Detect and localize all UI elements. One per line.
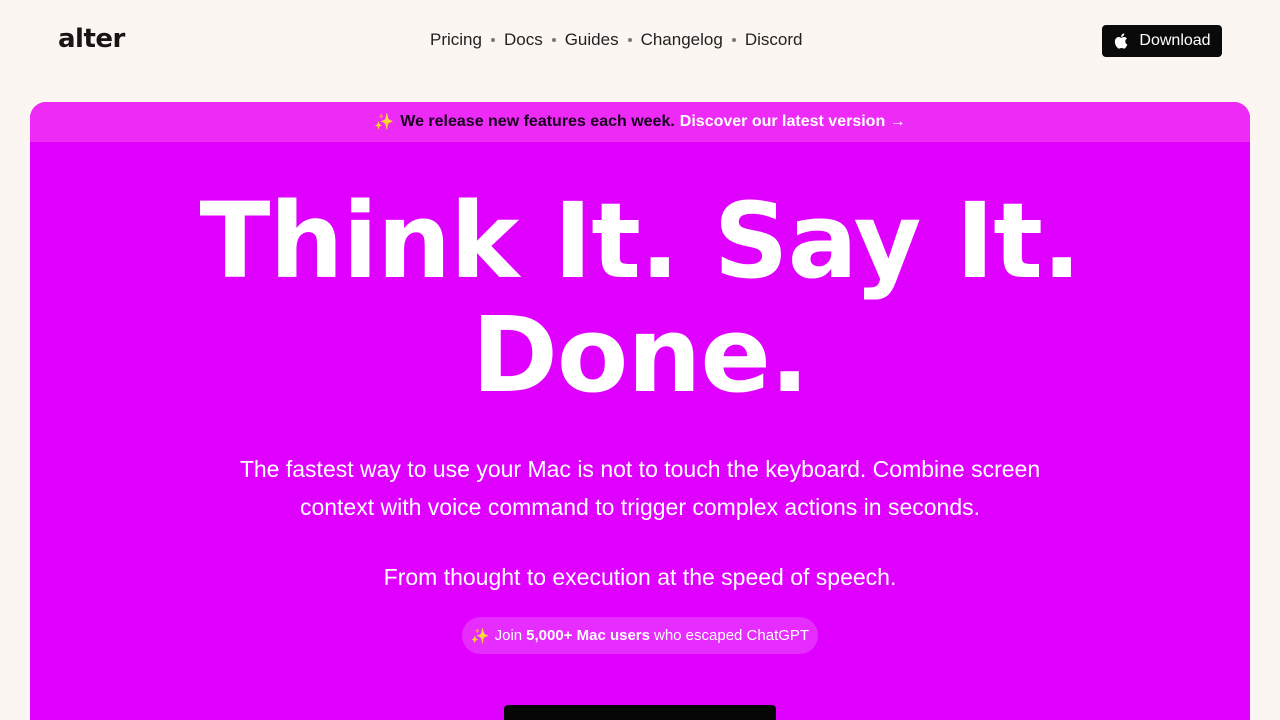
nav-guides[interactable]: Guides [565, 30, 619, 50]
apple-icon [1115, 33, 1128, 49]
nav-separator-dot [551, 38, 556, 42]
announcement-banner: ✨ We release new features each week. Dis… [30, 102, 1250, 142]
nav-separator-dot [731, 38, 736, 42]
pill-user-count: 5,000+ Mac users [526, 627, 650, 644]
latest-version-link[interactable]: Discover our latest version → [680, 113, 906, 131]
main-nav: Pricing Docs Guides Changelog Discord [430, 30, 802, 50]
alter-logo[interactable]: alter [58, 24, 125, 54]
download-button[interactable]: Download [1102, 25, 1222, 57]
nav-separator-dot [490, 38, 495, 42]
hero-description: The fastest way to use your Mac is not t… [239, 456, 1041, 520]
nav-pricing[interactable]: Pricing [430, 30, 482, 50]
nav-separator-dot [627, 38, 632, 42]
nav-changelog[interactable]: Changelog [641, 30, 723, 50]
hero-tagline: From thought to execution at the speed o… [383, 564, 897, 590]
download-label: Download [1139, 32, 1211, 49]
top-navigation: alter Pricing Docs Guides Changelog Disc… [0, 0, 1280, 82]
primary-cta-button[interactable] [504, 705, 776, 720]
social-proof-badge: ✨ Join 5,000+ Mac users who escaped Chat… [462, 617, 818, 654]
headline-line-1: Think It. Say It. [199, 180, 1082, 302]
hero-headline: Think It. Say It. Done. [30, 184, 1250, 412]
headline-line-2: Done. [471, 294, 810, 416]
nav-docs[interactable]: Docs [504, 30, 543, 50]
sparkles-icon: ✨ [470, 627, 490, 645]
hero-section: ✨ We release new features each week. Dis… [30, 102, 1250, 720]
banner-text: We release new features each week. [400, 113, 675, 130]
sparkles-icon: ✨ [374, 114, 395, 131]
pill-prefix: Join [494, 627, 523, 644]
pill-suffix: who escaped ChatGPT [653, 627, 810, 644]
nav-discord[interactable]: Discord [745, 30, 803, 50]
